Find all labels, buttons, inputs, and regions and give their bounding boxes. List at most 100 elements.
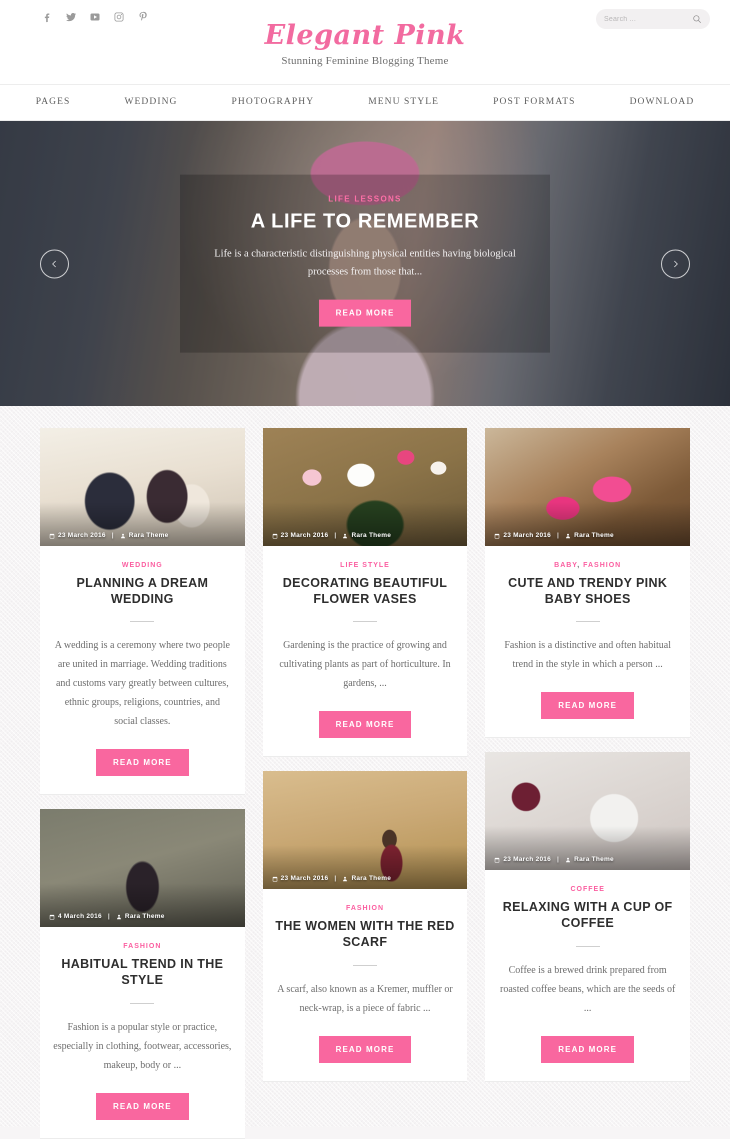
post-category-link[interactable]: FASHION <box>583 562 621 569</box>
post-title[interactable]: THE WOMEN WITH THE RED SCARF <box>275 919 456 950</box>
instagram-icon[interactable] <box>112 10 125 23</box>
post-date: 4 March 2016 <box>49 913 102 920</box>
post-categories: WEDDING <box>52 562 233 569</box>
post-thumbnail[interactable]: 23 March 2016 | Rara Theme <box>40 428 245 546</box>
slider-prev-button[interactable] <box>40 249 69 278</box>
post-thumbnail[interactable]: 23 March 2016 | Rara Theme <box>485 752 691 871</box>
post-read-more-button[interactable]: READ MORE <box>541 692 635 720</box>
hero-read-more-button[interactable]: READ MORE <box>318 299 412 327</box>
youtube-icon[interactable] <box>88 10 101 23</box>
thumbnail-overlay <box>40 883 245 928</box>
post-read-more-button[interactable]: READ MORE <box>541 1035 635 1063</box>
search-input[interactable] <box>604 15 692 23</box>
title-divider <box>130 621 155 623</box>
post-title[interactable]: CUTE AND TRENDY PINK BABY SHOES <box>497 576 678 607</box>
nav-link-download[interactable]: DOWNLOAD <box>603 85 722 120</box>
post-body: COFFEE RELAXING WITH A CUP OF COFFEE Cof… <box>485 870 690 1063</box>
thumbnail-overlay <box>40 502 245 546</box>
post-excerpt: Fashion is a distinctive and often habit… <box>504 640 671 671</box>
nav-link-pages[interactable]: PAGES <box>9 85 98 120</box>
post-thumbnail[interactable]: 23 March 2016 | Rara Theme <box>485 428 691 546</box>
post-date: 23 March 2016 <box>49 532 106 539</box>
post-excerpt: Coffee is a brewed drink prepared from r… <box>500 964 676 1014</box>
post-meta: 4 March 2016 | Rara Theme <box>49 913 165 920</box>
calendar-icon <box>272 876 277 882</box>
meta-separator: | <box>557 856 560 864</box>
post-meta: 23 March 2016 | Rara Theme <box>494 856 614 863</box>
chevron-right-icon <box>674 260 678 267</box>
post-date: 23 March 2016 <box>272 875 329 882</box>
nav-item-download: DOWNLOAD <box>603 85 722 120</box>
nav-list: PAGES WEDDING PHOTOGRAPHY MENU STYLE POS… <box>9 85 722 120</box>
page-root: Elegant Pink Stunning Feminine Blogging … <box>0 0 730 1139</box>
post-body: BABY, FASHION CUTE AND TRENDY PINK BABY … <box>485 546 690 720</box>
hero-slider: LIFE LESSONS A LIFE TO REMEMBER Life is … <box>0 121 730 406</box>
post-read-more-button[interactable]: READ MORE <box>95 1092 189 1120</box>
post-author-text: Rara Theme <box>574 856 614 864</box>
post-author-text: Rara Theme <box>128 532 169 539</box>
social-links <box>40 10 149 23</box>
search-button[interactable] <box>692 13 702 25</box>
post-card: 23 March 2016 | Rara Theme WEDDING PLANN… <box>40 428 245 796</box>
post-author: Rara Theme <box>342 532 391 539</box>
post-read-more-button[interactable]: READ MORE <box>95 749 189 777</box>
search-box[interactable] <box>596 9 710 29</box>
post-title[interactable]: DECORATING BEAUTIFUL FLOWER VASES <box>275 576 456 607</box>
site-header: Elegant Pink Stunning Feminine Blogging … <box>0 0 730 85</box>
calendar-icon <box>495 857 500 863</box>
meta-separator: | <box>111 532 114 539</box>
post-card: 23 March 2016 | Rara Theme FASHION THE W… <box>262 771 468 1082</box>
primary-navigation: PAGES WEDDING PHOTOGRAPHY MENU STYLE POS… <box>0 85 730 121</box>
post-meta: 23 March 2016 | Rara Theme <box>272 532 392 539</box>
post-thumbnail[interactable]: 23 March 2016 | Rara Theme <box>262 428 468 546</box>
post-author: Rara Theme <box>565 532 614 539</box>
post-category-link[interactable]: FASHION <box>346 905 384 912</box>
post-title[interactable]: HABITUAL TREND IN THE STYLE <box>52 957 233 988</box>
calendar-icon <box>49 533 55 538</box>
post-category-link[interactable]: COFFEE <box>570 886 604 893</box>
post-grid: 23 March 2016 | Rara Theme WEDDING PLANN… <box>0 406 730 1139</box>
nav-link-post-formats[interactable]: POST FORMATS <box>466 85 602 120</box>
title-divider <box>575 621 600 623</box>
nav-link-menu-style[interactable]: MENU STYLE <box>341 85 466 120</box>
hero-caption: LIFE LESSONS A LIFE TO REMEMBER Life is … <box>180 174 550 353</box>
post-thumbnail[interactable]: 4 March 2016 | Rara Theme <box>40 809 245 928</box>
post-category-link[interactable]: BABY <box>554 562 577 569</box>
post-category-link[interactable]: FASHION <box>123 943 161 950</box>
title-divider <box>130 1002 155 1004</box>
thumbnail-overlay <box>485 502 691 546</box>
title-divider <box>353 964 377 966</box>
post-thumbnail[interactable]: 23 March 2016 | Rara Theme <box>262 771 468 890</box>
post-title[interactable]: PLANNING A DREAM WEDDING <box>52 576 233 607</box>
post-author: Rara Theme <box>116 913 165 920</box>
nav-link-photography[interactable]: PHOTOGRAPHY <box>205 85 342 120</box>
post-date: 23 March 2016 <box>272 532 329 539</box>
meta-separator: | <box>334 875 337 883</box>
post-read-more-button[interactable]: READ MORE <box>318 711 412 739</box>
post-title[interactable]: RELAXING WITH A CUP OF COFFEE <box>497 900 678 931</box>
post-author-text: Rara Theme <box>351 875 392 883</box>
nav-item-pages: PAGES <box>9 85 98 120</box>
post-date-text: 23 March 2016 <box>503 532 552 539</box>
user-icon <box>120 533 125 538</box>
post-date-text: 23 March 2016 <box>280 875 329 883</box>
post-author-text: Rara Theme <box>574 532 614 539</box>
post-read-more-button[interactable]: READ MORE <box>318 1035 412 1063</box>
user-icon <box>343 876 348 881</box>
twitter-icon[interactable] <box>64 10 77 23</box>
post-category-link[interactable]: LIFE STYLE <box>340 562 390 569</box>
post-card: 23 March 2016 | Rara Theme LIFE STYLE DE… <box>262 428 468 758</box>
facebook-icon[interactable] <box>40 10 53 23</box>
user-icon <box>343 533 348 538</box>
nav-item-wedding: WEDDING <box>97 85 204 120</box>
nav-link-wedding[interactable]: WEDDING <box>97 85 204 120</box>
post-date-text: 23 March 2016 <box>58 532 106 539</box>
post-categories: LIFE STYLE <box>275 562 456 569</box>
post-date-text: 23 March 2016 <box>503 856 552 864</box>
grid-column-1: 23 March 2016 | Rara Theme WEDDING PLANN… <box>40 428 245 1139</box>
pinterest-icon[interactable] <box>136 10 149 23</box>
hero-title[interactable]: A LIFE TO REMEMBER <box>200 210 530 233</box>
hero-category[interactable]: LIFE LESSONS <box>200 194 530 203</box>
slider-next-button[interactable] <box>661 249 690 278</box>
post-category-link[interactable]: WEDDING <box>122 562 163 569</box>
